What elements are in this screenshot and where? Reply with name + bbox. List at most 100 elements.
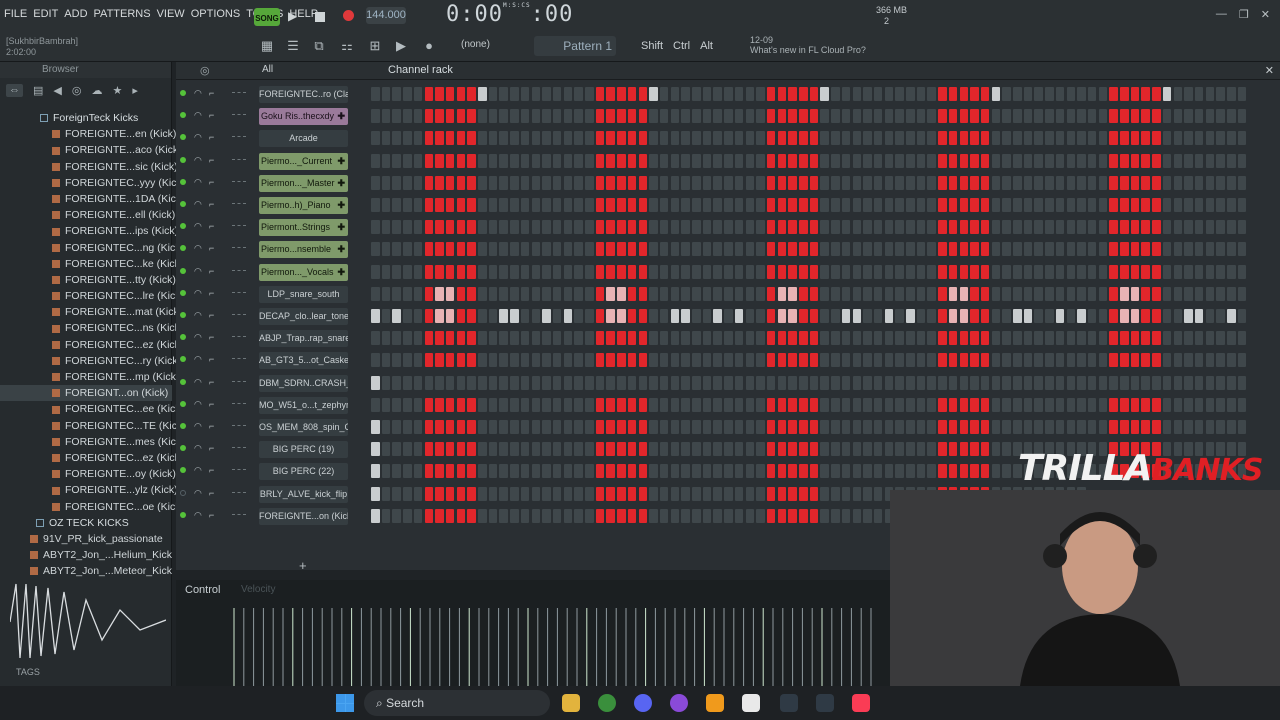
step-button[interactable] (959, 420, 968, 434)
menu-item-edit[interactable]: EDIT (33, 8, 58, 20)
step-button[interactable] (670, 508, 680, 523)
step-button[interactable] (456, 486, 466, 501)
step-button[interactable] (638, 309, 647, 323)
step-button[interactable] (927, 464, 936, 479)
step-button[interactable] (1045, 309, 1054, 323)
step-button[interactable] (1034, 87, 1043, 101)
mixer-track-slot[interactable] (232, 225, 246, 227)
step-button[interactable] (392, 198, 401, 212)
step-button[interactable] (552, 131, 562, 146)
step-button[interactable] (542, 87, 551, 101)
step-button[interactable] (702, 242, 712, 257)
step-button[interactable] (1184, 198, 1193, 212)
mod-shift[interactable]: Shift (641, 40, 663, 52)
step-button[interactable] (1141, 375, 1150, 390)
step-button[interactable] (563, 353, 573, 368)
step-button[interactable] (670, 309, 680, 323)
step-button[interactable] (724, 87, 733, 101)
step-button[interactable] (659, 309, 669, 323)
step-button[interactable] (1077, 87, 1086, 101)
step-button[interactable] (606, 153, 615, 168)
step-button[interactable] (734, 309, 744, 323)
step-button[interactable] (873, 220, 883, 235)
step-button[interactable] (1173, 242, 1182, 257)
step-button[interactable] (756, 486, 765, 501)
step-button[interactable] (1162, 87, 1172, 101)
step-button[interactable] (1173, 309, 1182, 323)
step-button[interactable] (1184, 331, 1193, 346)
step-button[interactable] (692, 153, 701, 168)
channel-mute-led[interactable] (180, 245, 186, 252)
step-button[interactable] (980, 442, 990, 457)
step-button[interactable] (563, 420, 573, 434)
step-button[interactable] (670, 175, 680, 190)
step-button[interactable] (799, 331, 808, 346)
step-button[interactable] (520, 220, 530, 235)
volume-knob[interactable]: ⌐ (209, 510, 217, 520)
channel-name-button[interactable]: ABJP_Trap..rap_snare (259, 330, 348, 348)
step-button[interactable] (595, 109, 605, 124)
step-button[interactable] (1162, 375, 1172, 390)
step-button[interactable] (1141, 264, 1150, 279)
step-button[interactable] (863, 198, 872, 212)
step-button[interactable] (852, 375, 861, 390)
step-button[interactable] (510, 220, 519, 235)
step-button[interactable] (499, 375, 508, 390)
browser-file[interactable]: FOREIGNTEC...lre (Kick) (0, 288, 184, 304)
step-button[interactable] (531, 242, 540, 257)
step-button[interactable] (948, 375, 958, 390)
step-button[interactable] (1173, 175, 1182, 190)
step-button[interactable] (820, 309, 829, 323)
step-button[interactable] (1237, 87, 1247, 101)
step-button[interactable] (970, 286, 979, 301)
step-button[interactable] (456, 220, 466, 235)
step-button[interactable] (510, 153, 519, 168)
step-button[interactable] (1013, 331, 1022, 346)
step-button[interactable] (1216, 220, 1225, 235)
step-button[interactable] (1130, 375, 1140, 390)
step-button[interactable] (1227, 397, 1236, 412)
step-button[interactable] (702, 175, 712, 190)
pan-knob[interactable]: ◠ (194, 310, 202, 320)
step-button[interactable] (1023, 198, 1033, 212)
step-button[interactable] (777, 442, 787, 457)
step-button[interactable] (873, 353, 883, 368)
step-button[interactable] (1002, 131, 1011, 146)
step-button[interactable] (1066, 198, 1075, 212)
step-button[interactable] (1173, 420, 1182, 434)
step-button[interactable] (734, 508, 744, 523)
step-button[interactable] (970, 464, 979, 479)
step-button[interactable] (841, 153, 851, 168)
channel-name-button[interactable]: FOREIGNTE...on (Kick) (259, 507, 348, 525)
step-button[interactable] (1098, 397, 1108, 412)
step-button[interactable] (692, 264, 701, 279)
step-button[interactable] (906, 442, 915, 457)
step-button[interactable] (884, 109, 894, 124)
step-button[interactable] (959, 109, 968, 124)
step-button[interactable] (478, 87, 487, 101)
step-button[interactable] (809, 131, 819, 146)
step-button[interactable] (766, 131, 776, 146)
step-button[interactable] (595, 286, 605, 301)
step-button[interactable] (563, 442, 573, 457)
step-button[interactable] (542, 486, 551, 501)
step-button[interactable] (702, 131, 712, 146)
step-button[interactable] (927, 420, 936, 434)
step-button[interactable] (948, 109, 958, 124)
step-button[interactable] (456, 353, 466, 368)
step-button[interactable] (467, 353, 476, 368)
step-button[interactable] (617, 220, 626, 235)
step-button[interactable] (1227, 109, 1236, 124)
step-button[interactable] (1130, 242, 1140, 257)
step-button[interactable] (863, 153, 872, 168)
step-button[interactable] (670, 353, 680, 368)
step-button[interactable] (681, 442, 690, 457)
step-button[interactable] (670, 198, 680, 212)
step-button[interactable] (563, 198, 573, 212)
step-button[interactable] (852, 353, 861, 368)
step-button[interactable] (788, 198, 797, 212)
step-button[interactable] (692, 87, 701, 101)
step-button[interactable] (948, 153, 958, 168)
step-button[interactable] (702, 397, 712, 412)
step-button[interactable] (959, 442, 968, 457)
